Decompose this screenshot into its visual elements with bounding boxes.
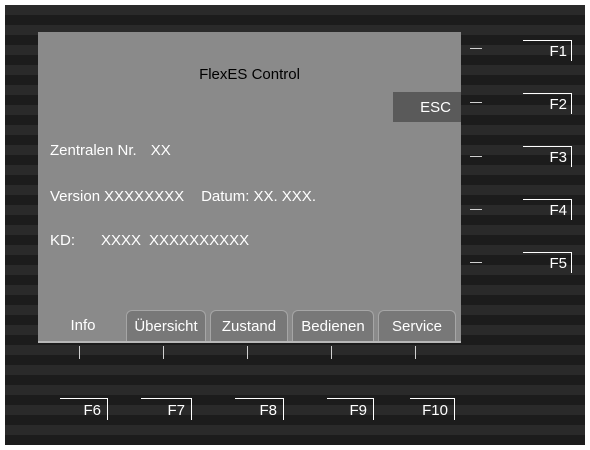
f5-indicator xyxy=(470,262,482,263)
datum-value: XX. XXX. xyxy=(253,188,316,205)
f9-indicator xyxy=(331,346,332,359)
kd-value-1: XXXX xyxy=(101,232,142,249)
f10-key[interactable]: F10 xyxy=(410,398,455,420)
zentralen-label: Zentralen Nr. xyxy=(50,142,137,159)
screen-title: FlexES Control xyxy=(199,66,300,83)
tab-info[interactable]: Info xyxy=(48,310,118,341)
tab-bar-underline xyxy=(38,341,461,343)
f1-key[interactable]: F1 xyxy=(523,40,572,61)
version-row: Version XXXXXXXX Datum: XX. XXX. xyxy=(50,188,316,205)
zentralen-row: Zentralen Nr. XX xyxy=(50,142,171,159)
zentralen-value: XX xyxy=(150,142,171,159)
lcd-screen: FlexES Control ESC Zentralen Nr. XX Versi… xyxy=(38,32,461,343)
tab-service[interactable]: Service xyxy=(378,310,456,341)
tab-zustand[interactable]: Zustand xyxy=(210,310,288,341)
kd-value-2: XXXXXXXXXX xyxy=(149,232,250,249)
f9-key[interactable]: F9 xyxy=(327,398,374,420)
f3-key[interactable]: F3 xyxy=(523,146,572,167)
device-display: FlexES Control ESC Zentralen Nr. XX Versi… xyxy=(5,5,585,445)
f4-indicator xyxy=(470,209,482,210)
kd-row: KD: XXXX XXXXXXXXXX xyxy=(50,232,249,249)
f8-key[interactable]: F8 xyxy=(235,398,284,420)
f2-key[interactable]: F2 xyxy=(523,93,572,114)
f2-indicator xyxy=(470,102,482,103)
version-value: XXXXXXXX xyxy=(104,188,185,205)
f7-indicator xyxy=(163,346,164,359)
f8-indicator xyxy=(247,346,248,359)
f5-key[interactable]: F5 xyxy=(523,252,572,273)
f6-indicator xyxy=(79,346,80,359)
version-label: Version xyxy=(50,188,101,205)
datum-label: Datum: xyxy=(201,188,250,205)
tab-bedienen[interactable]: Bedienen xyxy=(292,310,374,341)
f7-key[interactable]: F7 xyxy=(141,398,192,420)
f3-indicator xyxy=(470,156,482,157)
f10-indicator xyxy=(415,346,416,359)
kd-label: KD: xyxy=(50,232,76,249)
tab-bar: Info Übersicht Zustand Bedienen Service xyxy=(38,310,461,343)
tab-uebersicht[interactable]: Übersicht xyxy=(126,310,206,341)
f6-key[interactable]: F6 xyxy=(60,398,108,420)
esc-button[interactable]: ESC xyxy=(393,92,461,122)
f4-key[interactable]: F4 xyxy=(523,199,572,220)
f1-indicator xyxy=(470,48,482,49)
